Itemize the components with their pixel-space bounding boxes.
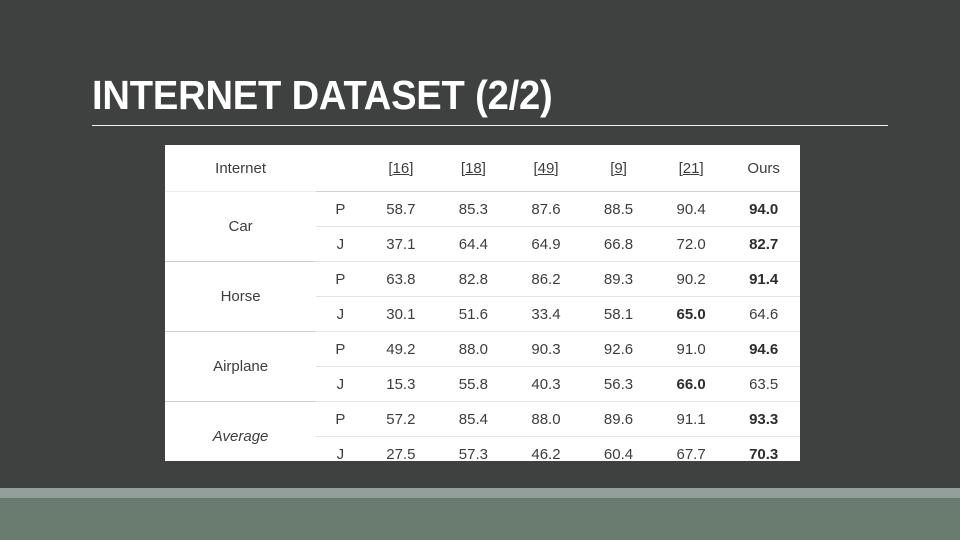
table-cell-value: 66.0	[676, 375, 706, 393]
ref-number: 18	[465, 159, 482, 177]
column-header-ref-9: [9]	[582, 145, 655, 191]
table-cell-value: 85.3	[458, 200, 488, 218]
table-cell-value: 72.0	[676, 235, 706, 253]
ref-bracket-close: ]	[481, 159, 486, 177]
row-group-label: Airplane	[213, 358, 269, 375]
table-cell-value: 87.6	[531, 200, 561, 218]
row-metric-label: J	[336, 445, 345, 463]
results-table-panel: Internet [16] [18] [49] [9] [21] Ours Ca…	[165, 145, 800, 463]
table-cell-value: 90.2	[676, 270, 706, 288]
table-cell-value: 27.5	[386, 445, 416, 463]
table-cell-value: 91.4	[749, 270, 779, 288]
title-divider	[92, 125, 888, 127]
results-table: Internet [16] [18] [49] [9] [21] Ours Ca…	[165, 145, 800, 471]
table-cell-value: 66.8	[603, 235, 634, 253]
table-cell-value: 30.1	[386, 305, 416, 323]
table-cell-value: 40.3	[531, 375, 561, 393]
table-header-row: Internet [16] [18] [49] [9] [21] Ours	[165, 145, 800, 191]
table-cell-value: 58.7	[386, 200, 416, 218]
ref-bracket-close: ]	[409, 159, 414, 177]
table-cell-value: 91.1	[676, 410, 706, 428]
ref-bracket-close: ]	[699, 159, 704, 177]
column-header-dataset: Internet	[215, 159, 267, 177]
column-header-ours: Ours	[747, 159, 780, 177]
table-cell-value: 64.4	[458, 235, 488, 253]
table-cell-value: 49.2	[386, 340, 416, 358]
table-header: Internet [16] [18] [49] [9] [21] Ours	[165, 145, 800, 192]
row-metric-label: P	[335, 340, 346, 358]
table-cell-value: 57.2	[386, 410, 416, 428]
table-cell-value: 92.6	[603, 340, 634, 358]
table-cell-value: 67.7	[676, 445, 706, 463]
column-header-ref-16: [16]	[365, 145, 438, 191]
row-metric-label: P	[335, 270, 346, 288]
table-cell-value: 64.6	[749, 305, 779, 323]
table-cell-value: 55.8	[458, 375, 488, 393]
table-body: Car P 58.7 85.3 87.6 88.5 90.4 94.0 J 37.1 64.4 64.…	[165, 192, 800, 471]
table-cell-value: 88.0	[531, 410, 561, 428]
table-row: Airplane P 49.2 88.0 90.3 92.6 91.0 94.6	[165, 332, 800, 376]
table-cell-value: 37.1	[386, 235, 416, 253]
footer-band-dark	[0, 498, 960, 540]
table-cell-value: 64.9	[531, 235, 561, 253]
row-metric-label: J	[336, 375, 345, 393]
table-cell-value: 63.5	[749, 375, 779, 393]
table-cell-value: 57.3	[458, 445, 488, 463]
table-cell-value: 93.3	[749, 410, 779, 428]
row-metric-label: J	[336, 305, 345, 323]
table-row: Horse P 63.8 82.8 86.2 89.3 90.2 91.4	[165, 262, 800, 306]
table-cell-value: 51.6	[458, 305, 488, 323]
table-cell-value: 88.5	[603, 200, 634, 218]
ref-number: 16	[392, 159, 410, 177]
footer-band-light	[0, 488, 960, 498]
table-cell-value: 90.3	[531, 340, 561, 358]
row-metric-label: J	[336, 235, 345, 253]
row-group-label: Horse	[220, 288, 261, 305]
ref-number: 21	[682, 159, 700, 177]
table-cell-value: 58.1	[603, 305, 634, 323]
row-metric-label: P	[335, 410, 346, 428]
table-cell-value: 88.0	[458, 340, 488, 358]
table-cell-value: 82.7	[749, 235, 779, 253]
table-cell-value: 33.4	[531, 305, 561, 323]
column-header-ref-18: [18]	[437, 145, 510, 191]
table-cell-value: 56.3	[603, 375, 634, 393]
table-cell-value: 94.6	[749, 340, 779, 358]
ref-bracket-close: ]	[554, 159, 559, 177]
table-cell-value: 82.8	[458, 270, 488, 288]
slide-canvas: INTERNET DATASET (2/2) Internet [16] [18…	[0, 0, 960, 540]
table-row: Car P 58.7 85.3 87.6 88.5 90.4 94.0	[165, 192, 800, 236]
table-cell-value: 91.0	[676, 340, 706, 358]
title-block: INTERNET DATASET (2/2)	[92, 72, 888, 127]
row-group-label: Car	[228, 218, 253, 235]
ref-number: 49	[537, 159, 555, 177]
row-metric-label: P	[335, 200, 346, 218]
table-cell-value: 15.3	[386, 375, 416, 393]
page-title: INTERNET DATASET (2/2)	[92, 72, 553, 118]
table-cell-value: 90.4	[676, 200, 706, 218]
table-cell-value: 70.3	[749, 445, 779, 463]
table-cell-value: 63.8	[386, 270, 416, 288]
column-header-ref-49: [49]	[510, 145, 583, 191]
table-cell-value: 46.2	[531, 445, 561, 463]
table-row: Average P 57.2 85.4 88.0 89.6 91.1 93.3	[165, 402, 800, 446]
table-cell-value: 86.2	[531, 270, 561, 288]
table-cell-value: 94.0	[749, 200, 779, 218]
ref-number: 9	[614, 159, 623, 177]
table-cell-value: 65.0	[676, 305, 706, 323]
column-header-metric	[316, 145, 364, 191]
table-cell-value: 85.4	[458, 410, 488, 428]
table-cell-value: 60.4	[603, 445, 634, 463]
row-group-label: Average	[212, 428, 269, 445]
table-cell-value: 89.6	[603, 410, 634, 428]
ref-bracket-close: ]	[622, 159, 627, 177]
column-header-ref-21: [21]	[655, 145, 728, 191]
table-cell-value: 89.3	[603, 270, 634, 288]
